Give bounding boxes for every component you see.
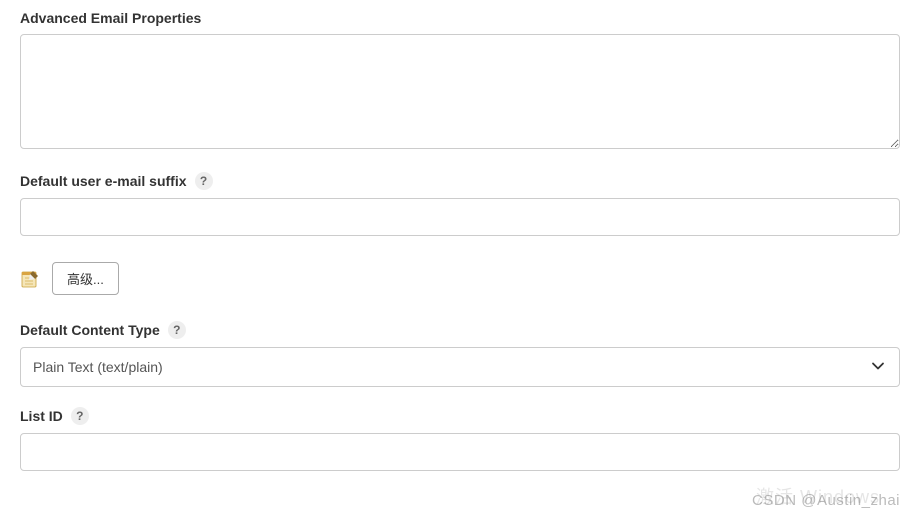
content-type-select[interactable]: Plain Text (text/plain) [20, 347, 900, 387]
content-type-group: Default Content Type ? Plain Text (text/… [20, 321, 900, 387]
advanced-email-textarea[interactable] [20, 34, 900, 149]
help-icon[interactable]: ? [71, 407, 89, 425]
default-suffix-input[interactable] [20, 198, 900, 236]
list-id-input[interactable] [20, 433, 900, 471]
content-type-select-wrapper: Plain Text (text/plain) [20, 347, 900, 387]
help-icon[interactable]: ? [168, 321, 186, 339]
advanced-email-label-row: Advanced Email Properties [20, 10, 900, 26]
content-type-label-row: Default Content Type ? [20, 321, 900, 339]
list-id-label-row: List ID ? [20, 407, 900, 425]
help-icon[interactable]: ? [195, 172, 213, 190]
watermark-background: 激活 Windows [756, 483, 880, 509]
default-suffix-label-row: Default user e-mail suffix ? [20, 172, 900, 190]
advanced-button-row: 高级... [20, 262, 900, 295]
advanced-button[interactable]: 高级... [52, 262, 119, 295]
advanced-email-label: Advanced Email Properties [20, 10, 201, 26]
notebook-icon [20, 269, 40, 289]
watermark-foreground: CSDN @Austin_zhai [752, 492, 900, 509]
content-type-label: Default Content Type [20, 322, 160, 338]
default-suffix-group: Default user e-mail suffix ? [20, 172, 900, 236]
list-id-group: List ID ? [20, 407, 900, 471]
list-id-label: List ID [20, 408, 63, 424]
default-suffix-label: Default user e-mail suffix [20, 173, 187, 189]
advanced-email-group: Advanced Email Properties [20, 10, 900, 152]
